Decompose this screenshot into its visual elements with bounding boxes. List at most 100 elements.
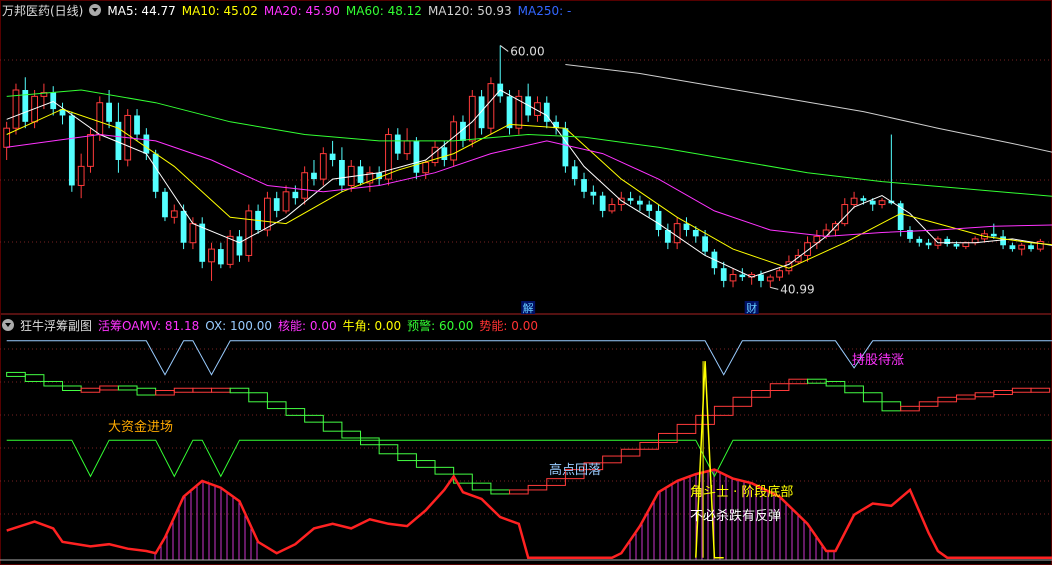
annotation-hold: 持股待涨 — [852, 353, 904, 368]
candle-body-up — [403, 140, 411, 155]
collapse-icon[interactable] — [2, 319, 14, 331]
candle-body-up — [776, 270, 783, 278]
ma120-line — [565, 64, 1052, 153]
candle-body-down — [646, 204, 653, 211]
float-chip-step — [378, 444, 399, 455]
candle-body-up — [673, 223, 681, 244]
float-chip-step — [844, 385, 864, 394]
float-chip-step — [397, 453, 417, 462]
candle-body-down — [273, 198, 280, 211]
ma20-line — [6, 133, 1052, 237]
candle-body-up — [962, 242, 970, 248]
chart-border — [0, 0, 1052, 565]
float-chip-step — [695, 414, 715, 425]
float-chip-step — [360, 437, 380, 446]
float-chip-step — [993, 390, 1013, 395]
high-price-label: 60.00 — [510, 44, 544, 58]
float-chip-step — [862, 392, 883, 403]
candle-body-down — [1009, 245, 1016, 250]
candle-body-down — [394, 134, 401, 154]
candle-body-down — [637, 200, 643, 205]
ma5-line — [6, 89, 1052, 278]
float-chip-step — [285, 408, 306, 416]
candle-body-up — [1036, 240, 1044, 250]
annotation-big-money: 大资金进场 — [108, 419, 173, 435]
float-chip-step — [136, 387, 157, 396]
high-pointer — [499, 45, 509, 52]
candle-body-down — [292, 191, 299, 199]
candle-body-down — [441, 147, 448, 160]
candle-body-up — [301, 172, 309, 199]
candle-body-down — [1000, 236, 1006, 246]
float-chip-step — [807, 378, 827, 384]
float-chip-step — [639, 441, 660, 450]
candle-body-down — [236, 236, 243, 256]
candle-body-down — [106, 102, 112, 122]
candle-body-down — [413, 140, 420, 173]
float-chip-step — [211, 387, 231, 393]
candle-body-down — [869, 200, 876, 205]
float-chip-step — [24, 374, 45, 382]
float-chip-step — [788, 378, 809, 385]
float-chip-step — [546, 478, 566, 486]
ma20-label: MA20: 45.90 — [263, 4, 340, 18]
candle-body-up — [87, 134, 94, 167]
candle-body-up — [766, 276, 774, 282]
float-chip-step — [1011, 387, 1032, 393]
candle-body-down — [329, 153, 336, 160]
ma250-label: MA250: - — [517, 4, 572, 18]
candle-body-up — [608, 204, 616, 212]
float-chip-step — [918, 401, 939, 407]
candle-body-down — [739, 274, 746, 278]
candle-body-down — [311, 172, 317, 180]
float-chip-step — [527, 484, 548, 491]
candle-body-up — [245, 210, 253, 256]
float-chip-step — [937, 396, 958, 403]
float-chip-step — [602, 455, 622, 464]
float-chip-step — [341, 430, 362, 439]
candle-body-down — [478, 96, 485, 129]
marker-jie: 解 — [523, 301, 534, 315]
candle-body-down — [655, 210, 662, 230]
candle-body-down — [590, 191, 597, 196]
candle-body-up — [189, 223, 197, 244]
candle-body-down — [990, 233, 997, 237]
float-chip-step — [676, 423, 697, 434]
candle-body-down — [571, 166, 578, 180]
candle-body-up — [226, 235, 234, 265]
sub-chart-title: 狂牛浮筹副图 — [20, 319, 93, 333]
candle-body-down — [944, 238, 951, 244]
candle-body-down — [683, 223, 690, 230]
low-pointer — [770, 286, 779, 290]
candle-body-up — [822, 229, 830, 237]
float-chip-step — [956, 394, 976, 400]
candle-body-down — [702, 236, 708, 252]
candle-body-up — [96, 102, 104, 136]
candle-body-down — [860, 198, 867, 201]
candle-body-up — [850, 197, 858, 206]
float-chip-step — [900, 405, 920, 412]
annotation-bull-fighter: 角斗士 · 阶段底部 — [690, 484, 793, 500]
candle-body-up — [422, 162, 430, 174]
candle-body-down — [50, 92, 57, 110]
candle-body-down — [180, 210, 187, 243]
candle-body-down — [627, 198, 634, 201]
momentum-line — [6, 468, 1052, 559]
candle-body-down — [925, 242, 932, 246]
warning-line — [6, 439, 1052, 478]
float-chip-step — [117, 385, 138, 391]
candle-body-down — [599, 195, 606, 211]
candle-body-down — [68, 115, 75, 186]
candle-body-up — [729, 274, 737, 282]
float-chip-step — [322, 421, 343, 432]
float-chip-step — [620, 448, 641, 457]
candle-body-down — [581, 179, 587, 192]
float-chip-step — [248, 392, 268, 403]
float-chip-step — [192, 387, 213, 393]
float-chip-step — [43, 380, 64, 387]
main-chart-header: 万邦医药(日线) MA5: 44.77 MA10: 45.02 MA20: 45.90… — [2, 1, 577, 21]
collapse-icon[interactable] — [89, 4, 102, 16]
float-chip-step — [471, 482, 492, 491]
candle-body-down — [562, 128, 569, 167]
candle-body-up — [282, 191, 290, 212]
